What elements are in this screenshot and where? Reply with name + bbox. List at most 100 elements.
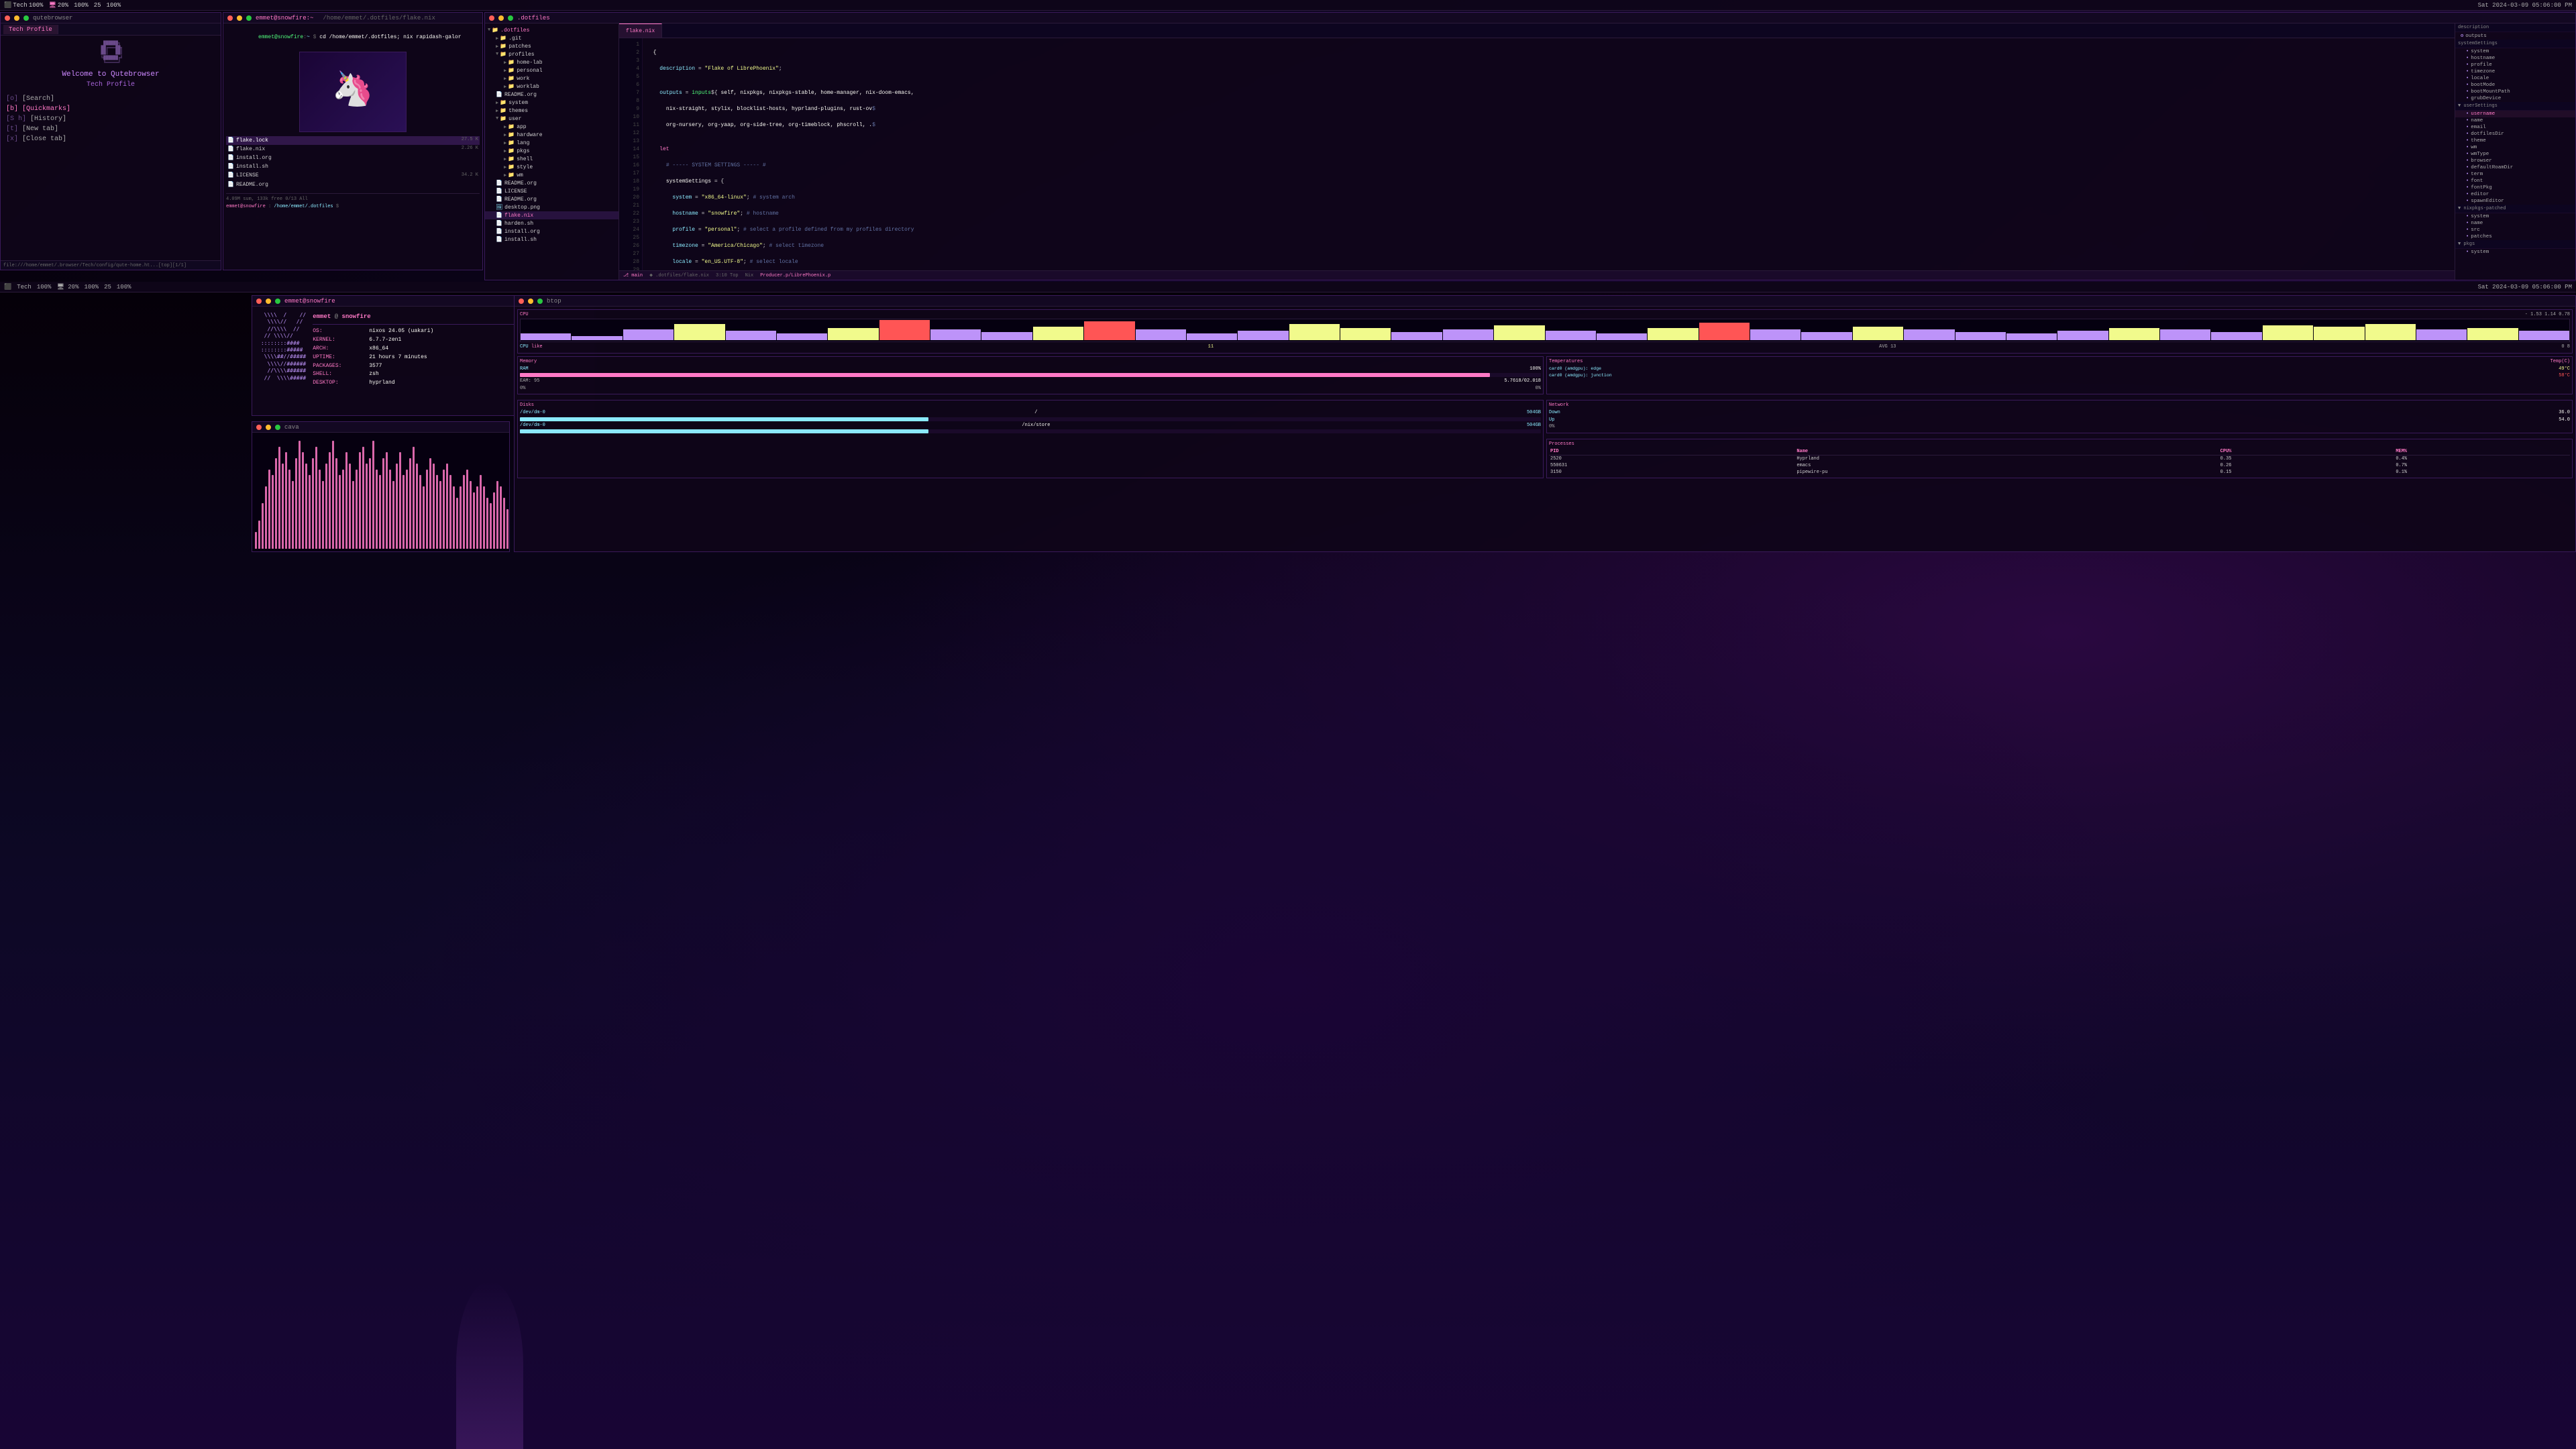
file-entry-flakenix[interactable]: 📄 flake.nix 2.26 K [226, 145, 480, 154]
file-entry-installorg[interactable]: 📄 install.org [226, 154, 480, 162]
tree-lang[interactable]: ▶ 📁 lang [485, 139, 619, 147]
cpu-bar [726, 331, 776, 340]
outline-dotfilesdir[interactable]: •dotfilesDir [2455, 131, 2575, 138]
tree-themes[interactable]: ▶ 📁 themes [485, 107, 619, 115]
file-entry-license[interactable]: 📄 LICENSE 34.2 K [226, 171, 480, 180]
outline-spawneditor[interactable]: •spawnEditor [2455, 198, 2575, 205]
tree-patches[interactable]: ▶ 📁 patches [485, 42, 619, 50]
outline-bootmountpath[interactable]: •bootMountPath [2455, 89, 2575, 95]
menu-search[interactable]: [o] [Search] [6, 94, 215, 104]
tree-flakenix[interactable]: 📄 flake.nix [485, 211, 619, 219]
outline-wm[interactable]: •wm [2455, 144, 2575, 151]
menu-history[interactable]: [S h] [History] [6, 114, 215, 124]
tree-license[interactable]: 📄 LICENSE [485, 187, 619, 195]
outline-name[interactable]: •name [2455, 117, 2575, 124]
term-min-btn[interactable] [237, 15, 242, 21]
outline-fontpkg[interactable]: •fontPkg [2455, 184, 2575, 191]
tree-root[interactable]: ▼ 📁 .dotfiles [485, 26, 619, 34]
file-entry-installsh[interactable]: 📄 install.sh [226, 162, 480, 171]
tree-worklab[interactable]: ▶ 📁 worklab [485, 83, 619, 91]
tree-homelab[interactable]: ▶ 📁 home-lab [485, 58, 619, 66]
outline-bootmode[interactable]: •bootMode [2455, 82, 2575, 89]
term-max-btn[interactable] [246, 15, 252, 21]
spectrum-min[interactable] [266, 425, 271, 430]
neofetch-close[interactable] [256, 299, 262, 304]
editor-min-btn[interactable] [498, 15, 504, 21]
spectrum-bar [436, 475, 438, 549]
tree-profiles[interactable]: ▼ 📁 profiles [485, 50, 619, 58]
outline-pkgs-system[interactable]: •system [2455, 249, 2575, 256]
outline-system-system[interactable]: •system [2455, 48, 2575, 55]
file-tree: ▼ 📁 .dotfiles ▶ 📁 .git ▶ 📁 patches [485, 23, 619, 280]
tree-style[interactable]: ▶ 📁 style [485, 163, 619, 171]
tree-readme2[interactable]: 📄 README.org [485, 179, 619, 187]
tree-hardware[interactable]: ▶ 📁 hardware [485, 131, 619, 139]
outline-np-patches[interactable]: •patches [2455, 233, 2575, 240]
outline-theme[interactable]: •theme [2455, 138, 2575, 144]
cpu-bar [879, 320, 930, 340]
max-btn[interactable] [23, 15, 29, 21]
outline-grubdevice[interactable]: •grubDevice [2455, 95, 2575, 102]
cpu-bar [1340, 328, 1391, 340]
tree-user[interactable]: ▼ 📁 user [485, 115, 619, 123]
spectrum-max[interactable] [275, 425, 280, 430]
tree-readme3[interactable]: 📄 README.org [485, 195, 619, 203]
outline-editor[interactable]: •editor [2455, 191, 2575, 198]
outline-email[interactable]: •email [2455, 124, 2575, 131]
tree-work[interactable]: ▶ 📁 work [485, 74, 619, 83]
outline-font[interactable]: •font [2455, 178, 2575, 184]
outline-profile[interactable]: •profile [2455, 62, 2575, 68]
tree-pkgs[interactable]: ▶ 📁 pkgs [485, 147, 619, 155]
spectrum-bar [258, 521, 260, 549]
outline-timezone[interactable]: •timezone [2455, 68, 2575, 75]
outline-outputs[interactable]: ⚙outputs [2455, 32, 2575, 40]
menu-closetab[interactable]: [x] [Close tab] [6, 134, 215, 144]
tree-readme-root[interactable]: 📄 README.org [485, 91, 619, 99]
btop-cpu-stats: CPU like 11 AVG 13 0 8 [520, 343, 2570, 351]
neofetch-min[interactable] [266, 299, 271, 304]
tree-installsh[interactable]: 📄 install.sh [485, 235, 619, 244]
outline-np-src[interactable]: •src [2455, 227, 2575, 233]
tree-shell[interactable]: ▶ 📁 shell [485, 155, 619, 163]
outline-hostname[interactable]: •hostname [2455, 55, 2575, 62]
btop-close[interactable] [519, 299, 524, 304]
spectrum-bar [299, 441, 301, 549]
tree-installorg[interactable]: 📄 install.org [485, 227, 619, 235]
outline-term[interactable]: •term [2455, 171, 2575, 178]
close-btn[interactable] [5, 15, 10, 21]
btop-max[interactable] [537, 299, 543, 304]
tree-system[interactable]: ▶ 📁 system [485, 99, 619, 107]
cpu-bar [1136, 329, 1186, 340]
cpu-bar [2365, 324, 2416, 340]
tree-hardensh[interactable]: 📄 harden.sh [485, 219, 619, 227]
tree-git[interactable]: ▶ 📁 .git [485, 34, 619, 42]
editor-close-btn[interactable] [489, 15, 494, 21]
outline-locale[interactable]: •locale [2455, 75, 2575, 82]
min-btn[interactable] [14, 15, 19, 21]
code-content[interactable]: { description = "Flake of LibrePhoenix";… [643, 38, 2455, 270]
menu-newtab[interactable]: [t] [New tab] [6, 124, 215, 134]
qute-tab-active[interactable]: Tech Profile [3, 25, 58, 34]
file-entry-readme[interactable]: 📄 README.org [226, 180, 480, 189]
spectrum-close[interactable] [256, 425, 262, 430]
spectrum-bar [429, 458, 431, 549]
tree-app[interactable]: ▶ 📁 app [485, 123, 619, 131]
tree-wm[interactable]: ▶ 📁 wm [485, 171, 619, 179]
outline-username[interactable]: •username [2455, 111, 2575, 117]
editor-tab-flakenix[interactable]: flake.nix [619, 23, 662, 38]
outline-np-system[interactable]: •system [2455, 213, 2575, 220]
btop-min[interactable] [528, 299, 533, 304]
menu-quickmarks[interactable]: [b] [Quickmarks] [6, 104, 215, 114]
outline-browser[interactable]: •browser [2455, 158, 2575, 164]
neofetch-max[interactable] [275, 299, 280, 304]
outline-wmtype[interactable]: •wmType [2455, 151, 2575, 158]
tree-desktop-png[interactable]: 🖼 desktop.png [485, 203, 619, 211]
btop-disk0-fill [520, 417, 928, 421]
outline-defaultroamdir[interactable]: •defaultRoamDir [2455, 164, 2575, 171]
editor-max-btn[interactable] [508, 15, 513, 21]
term-close-btn[interactable] [227, 15, 233, 21]
tree-personal[interactable]: ▶ 📁 personal [485, 66, 619, 74]
outline-np-name[interactable]: •name [2455, 220, 2575, 227]
file-entry-flakelock[interactable]: 📄 flake.lock 27.5 K [226, 136, 480, 145]
cpu-bar [930, 329, 981, 340]
